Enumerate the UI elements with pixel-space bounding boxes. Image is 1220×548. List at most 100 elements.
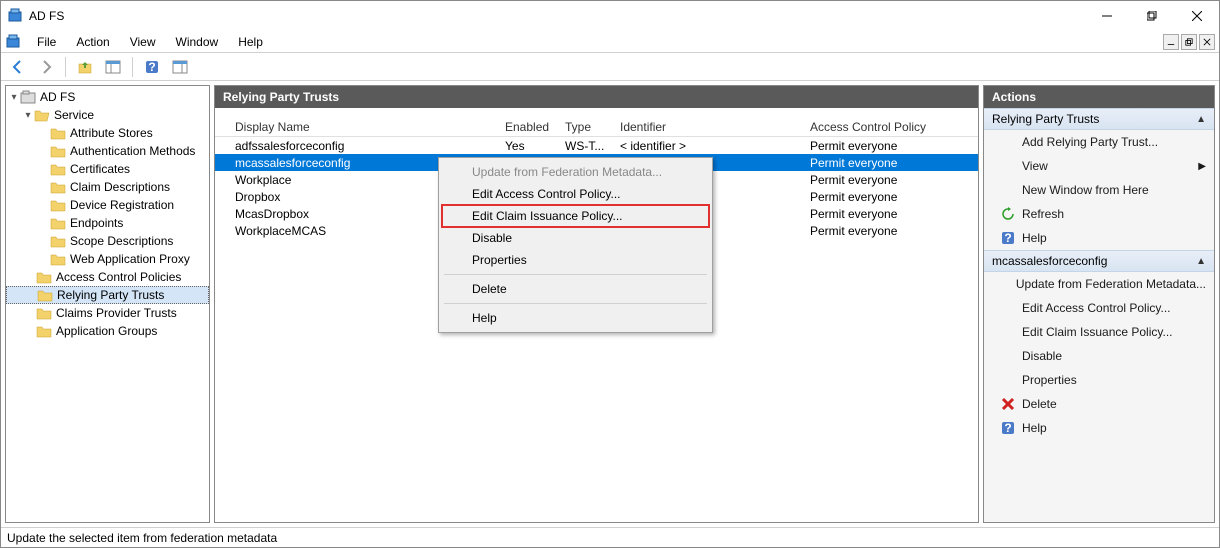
tree-acp[interactable]: Access Control Policies bbox=[6, 268, 209, 286]
action-help[interactable]: ?Help bbox=[984, 226, 1214, 250]
tree-rpt[interactable]: Relying Party Trusts bbox=[6, 286, 209, 304]
action-update-metadata[interactable]: Update from Federation Metadata... bbox=[984, 272, 1214, 296]
show-hide-action-pane-button[interactable] bbox=[169, 56, 191, 78]
action-ecip[interactable]: Edit Claim Issuance Policy... bbox=[984, 320, 1214, 344]
tree-label: Authentication Methods bbox=[70, 144, 195, 158]
ctx-update[interactable]: Update from Federation Metadata... bbox=[442, 161, 709, 183]
minimize-child-button[interactable] bbox=[1163, 34, 1179, 50]
toolbar-separator bbox=[65, 57, 66, 77]
up-button[interactable] bbox=[74, 56, 96, 78]
app-icon bbox=[7, 8, 23, 24]
tree-service[interactable]: ▾ Service bbox=[6, 106, 209, 124]
ctx-ecip[interactable]: Edit Claim Issuance Policy... bbox=[442, 205, 709, 227]
ctx-eacp[interactable]: Edit Access Control Policy... bbox=[442, 183, 709, 205]
tree-item[interactable]: Endpoints bbox=[6, 214, 209, 232]
menu-window[interactable]: Window bbox=[166, 33, 229, 51]
tree-label: Relying Party Trusts bbox=[57, 288, 164, 302]
tree-label: Claims Provider Trusts bbox=[56, 306, 177, 320]
help-icon: ? bbox=[1000, 420, 1016, 436]
center-title: Relying Party Trusts bbox=[215, 86, 978, 108]
tree-item[interactable]: Authentication Methods bbox=[6, 142, 209, 160]
menu-action[interactable]: Action bbox=[66, 33, 119, 51]
window-title: AD FS bbox=[29, 9, 1084, 23]
folder-icon bbox=[50, 252, 66, 266]
blank-icon bbox=[1000, 324, 1016, 340]
list-header[interactable]: Display Name Enabled Type Identifier Acc… bbox=[215, 116, 978, 137]
folder-icon bbox=[50, 144, 66, 158]
action-group-title: mcassalesforceconfig bbox=[992, 254, 1107, 268]
list-row[interactable]: adfssalesforceconfigYesWS-T...< identifi… bbox=[215, 137, 978, 154]
action-eacp[interactable]: Edit Access Control Policy... bbox=[984, 296, 1214, 320]
tree-item[interactable]: Web Application Proxy bbox=[6, 250, 209, 268]
caret-icon[interactable]: ▾ bbox=[22, 110, 34, 121]
col-type[interactable]: Type bbox=[565, 120, 620, 134]
ctx-delete[interactable]: Delete bbox=[442, 278, 709, 300]
tree-label: Web Application Proxy bbox=[70, 252, 190, 266]
action-label: Help bbox=[1022, 231, 1047, 245]
col-display-name[interactable]: Display Name bbox=[235, 120, 505, 134]
tree-item[interactable]: Claim Descriptions bbox=[6, 178, 209, 196]
action-properties[interactable]: Properties bbox=[984, 368, 1214, 392]
folder-icon bbox=[50, 216, 66, 230]
action-delete[interactable]: Delete bbox=[984, 392, 1214, 416]
close-button[interactable] bbox=[1174, 1, 1219, 31]
col-enabled[interactable]: Enabled bbox=[505, 120, 565, 134]
maximize-button[interactable] bbox=[1129, 1, 1174, 31]
caret-icon[interactable]: ▾ bbox=[8, 92, 20, 103]
action-label: Disable bbox=[1022, 349, 1062, 363]
tree-label: Access Control Policies bbox=[56, 270, 181, 284]
status-text: Update the selected item from federation… bbox=[7, 531, 277, 545]
show-hide-console-button[interactable] bbox=[102, 56, 124, 78]
minimize-button[interactable] bbox=[1084, 1, 1129, 31]
blank-icon bbox=[1000, 348, 1016, 364]
blank-icon bbox=[1000, 182, 1016, 198]
action-help[interactable]: ?Help bbox=[984, 416, 1214, 440]
toolbar-separator bbox=[132, 57, 133, 77]
folder-icon bbox=[36, 324, 52, 338]
tree-label: Claim Descriptions bbox=[70, 180, 170, 194]
forward-button[interactable] bbox=[35, 56, 57, 78]
restore-child-button[interactable] bbox=[1181, 34, 1197, 50]
cell-acp: Permit everyone bbox=[810, 224, 970, 238]
action-label: New Window from Here bbox=[1022, 183, 1149, 197]
action-view[interactable]: View▶ bbox=[984, 154, 1214, 178]
col-acp[interactable]: Access Control Policy bbox=[810, 120, 970, 134]
action-group-header[interactable]: mcassalesforceconfig ▲ bbox=[984, 250, 1214, 272]
tree-item[interactable]: Device Registration bbox=[6, 196, 209, 214]
cell-acp: Permit everyone bbox=[810, 190, 970, 204]
ctx-help[interactable]: Help bbox=[442, 307, 709, 329]
help-button[interactable]: ? bbox=[141, 56, 163, 78]
action-new-window[interactable]: New Window from Here bbox=[984, 178, 1214, 202]
tree-ag[interactable]: Application Groups bbox=[6, 322, 209, 340]
collapse-icon[interactable]: ▲ bbox=[1196, 114, 1206, 125]
tree-item[interactable]: Scope Descriptions bbox=[6, 232, 209, 250]
action-group-title: Relying Party Trusts bbox=[992, 112, 1099, 126]
blank-icon bbox=[1000, 372, 1016, 388]
tree-root[interactable]: ▾ AD FS bbox=[6, 88, 209, 106]
folder-icon bbox=[50, 180, 66, 194]
folder-icon bbox=[50, 162, 66, 176]
tree-item[interactable]: Certificates bbox=[6, 160, 209, 178]
menu-view[interactable]: View bbox=[120, 33, 166, 51]
col-identifier[interactable]: Identifier bbox=[620, 120, 810, 134]
tree-cpt[interactable]: Claims Provider Trusts bbox=[6, 304, 209, 322]
folder-icon bbox=[36, 306, 52, 320]
cell-type: WS-T... bbox=[565, 139, 620, 153]
ctx-disable[interactable]: Disable bbox=[442, 227, 709, 249]
ctx-properties[interactable]: Properties bbox=[442, 249, 709, 271]
action-disable[interactable]: Disable bbox=[984, 344, 1214, 368]
cell-acp: Permit everyone bbox=[810, 139, 970, 153]
collapse-icon[interactable]: ▲ bbox=[1196, 256, 1206, 267]
action-add-rpt[interactable]: Add Relying Party Trust... bbox=[984, 130, 1214, 154]
close-child-button[interactable] bbox=[1199, 34, 1215, 50]
blank-icon bbox=[1000, 158, 1016, 174]
menu-file[interactable]: File bbox=[27, 33, 66, 51]
menu-help[interactable]: Help bbox=[228, 33, 273, 51]
tree-item[interactable]: Attribute Stores bbox=[6, 124, 209, 142]
action-refresh[interactable]: Refresh bbox=[984, 202, 1214, 226]
folder-icon bbox=[37, 288, 53, 302]
tree-pane[interactable]: ▾ AD FS ▾ Service Attribute Stores Authe… bbox=[5, 85, 210, 523]
action-group-header[interactable]: Relying Party Trusts ▲ bbox=[984, 108, 1214, 130]
back-button[interactable] bbox=[7, 56, 29, 78]
menubar: File Action View Window Help bbox=[1, 31, 1219, 53]
